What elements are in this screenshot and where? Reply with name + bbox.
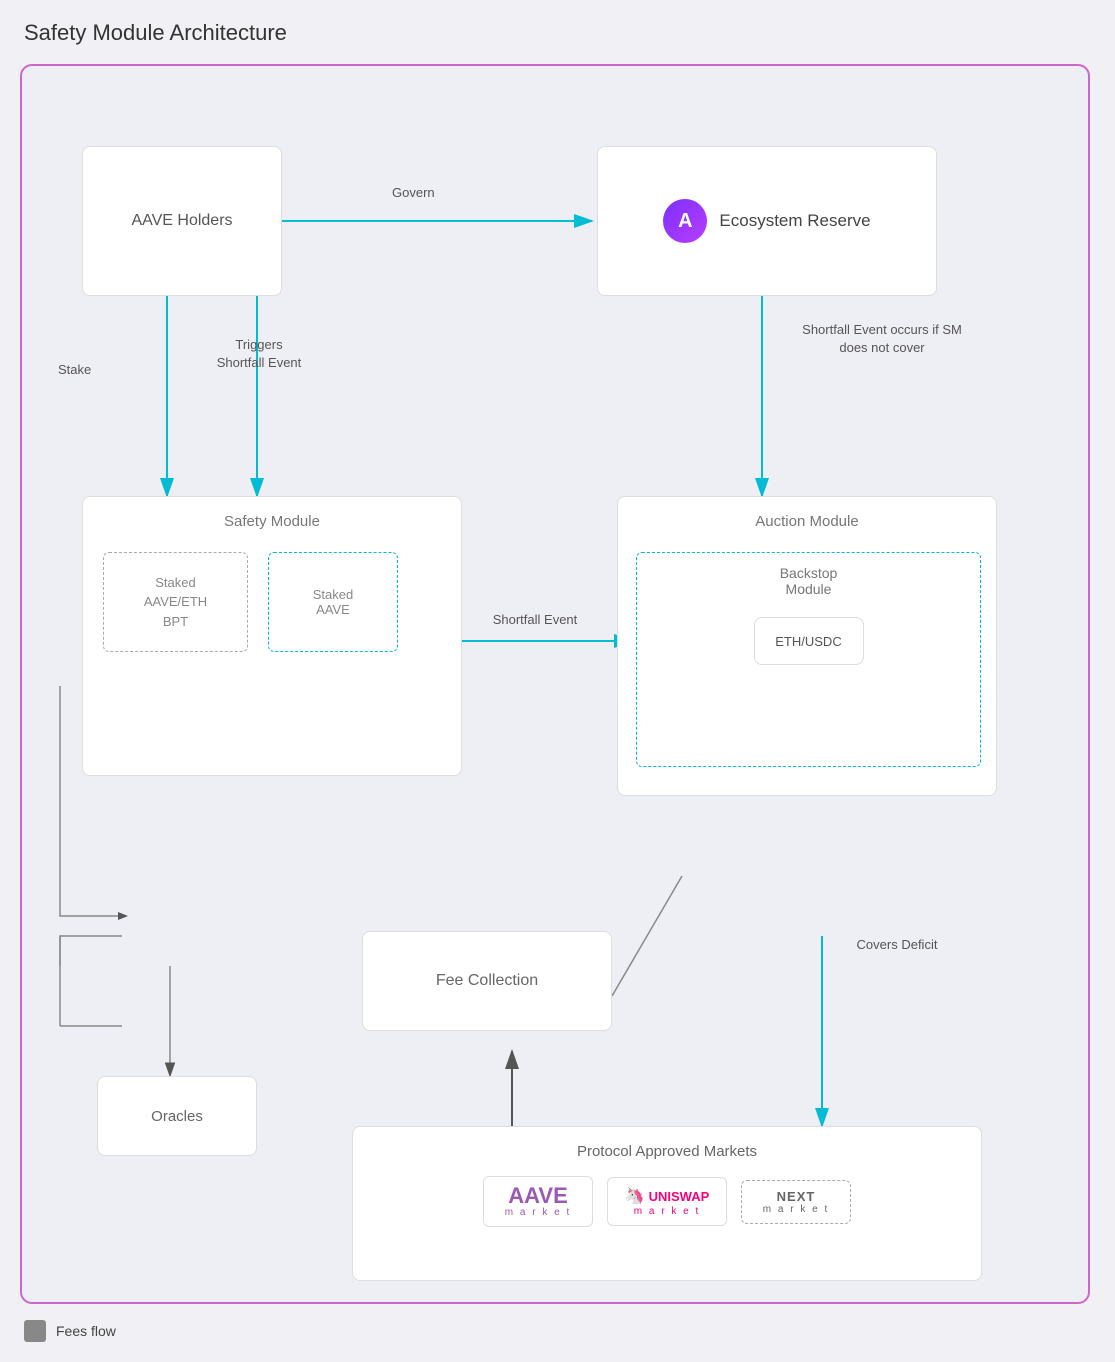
eth-usdc-label: ETH/USDC	[775, 634, 841, 649]
shortfall-event-arrow-label: Shortfall Event	[475, 611, 595, 629]
aave-market-box: AAVE m a r k e t	[483, 1176, 593, 1227]
govern-label: Govern	[392, 184, 435, 202]
ecosystem-reserve-label: Ecosystem Reserve	[719, 211, 870, 231]
page-title: Safety Module Architecture	[20, 20, 287, 46]
aave-holders-label: AAVE Holders	[131, 212, 232, 230]
ecosystem-reserve-box: A Ecosystem Reserve	[597, 146, 937, 296]
uniswap-market-sub: m a r k e t	[634, 1206, 700, 1217]
safety-module-box: Safety Module Staked AAVE/ETH BPT Staked…	[82, 496, 462, 776]
covers-deficit-label: Covers Deficit	[837, 936, 957, 954]
auction-module-label: Auction Module	[755, 513, 858, 530]
uniswap-market-box: 🦄 UNISWAP m a r k e t	[607, 1177, 727, 1226]
aave-market-logo: AAVE	[508, 1185, 568, 1207]
oracles-box: Oracles	[97, 1076, 257, 1156]
backstop-module-box: Backstop Module ETH/USDC	[636, 552, 981, 767]
next-market-box: NEXT m a r k e t	[741, 1180, 851, 1224]
staked-aave-label: Staked AAVE	[313, 587, 353, 617]
staked-aave-eth-box: Staked AAVE/ETH BPT	[103, 552, 248, 652]
backstop-module-label: Backstop Module	[780, 565, 838, 597]
protocol-markets-label: Protocol Approved Markets	[577, 1143, 757, 1160]
staked-aave-box: Staked AAVE	[268, 552, 398, 652]
fee-collection-box: Fee Collection	[362, 931, 612, 1031]
aave-icon: A	[663, 199, 707, 243]
legend-label: Fees flow	[56, 1323, 116, 1339]
staked-aave-eth-label: Staked AAVE/ETH BPT	[144, 573, 207, 632]
eth-usdc-box: ETH/USDC	[754, 617, 864, 665]
next-market-sub: m a r k e t	[763, 1204, 829, 1215]
triggers-shortfall-label: Triggers Shortfall Event	[214, 336, 304, 372]
oracles-label: Oracles	[151, 1108, 203, 1125]
fee-collection-label: Fee Collection	[436, 972, 538, 990]
safety-module-label: Safety Module	[224, 513, 320, 530]
legend-box	[24, 1320, 46, 1342]
shortfall-event-right-label: Shortfall Event occurs if SM does not co…	[792, 321, 972, 357]
aave-market-label: m a r k e t	[505, 1207, 571, 1218]
next-market-label: NEXT	[777, 1189, 816, 1204]
uniswap-market-label: UNISWAP	[649, 1189, 710, 1204]
legend: Fees flow	[20, 1320, 116, 1342]
stake-label: Stake	[58, 361, 91, 379]
auction-module-box: Auction Module Backstop Module ETH/USDC	[617, 496, 997, 796]
main-container: AAVE Holders A Ecosystem Reserve Govern …	[20, 64, 1090, 1304]
protocol-markets-box: Protocol Approved Markets AAVE m a r k e…	[352, 1126, 982, 1281]
aave-holders-box: AAVE Holders	[82, 146, 282, 296]
